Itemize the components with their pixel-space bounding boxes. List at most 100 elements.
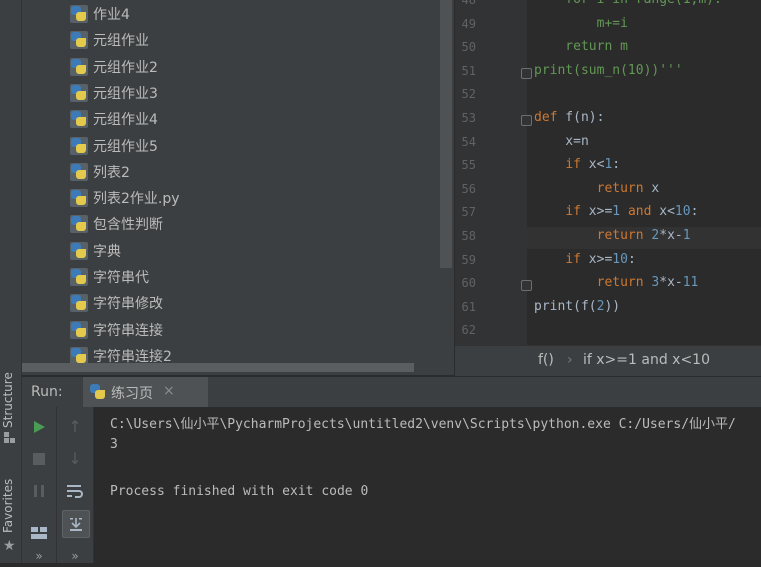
line-number: 53 (461, 111, 476, 125)
run-label: Run: (31, 384, 63, 400)
code-line: m+=i (534, 15, 628, 31)
layout-icon (31, 527, 47, 539)
tree-item-label: 元组作业5 (93, 138, 158, 155)
line-number: 59 (461, 252, 476, 267)
scroll-up-button[interactable]: ↑ (64, 415, 86, 437)
code-line: print(sum_n(10))''' (534, 62, 683, 78)
tree-item[interactable]: 字典 (70, 238, 121, 264)
left-tool-strip: Structure Favorites ★ (0, 0, 22, 563)
scroll-to-end-icon (70, 518, 82, 531)
run-toolbar-primary: » (22, 407, 57, 563)
line-number: 58 (461, 229, 476, 243)
layout-button[interactable] (28, 522, 50, 544)
chevron-right-icon: » (35, 549, 43, 563)
python-file-icon (70, 110, 88, 129)
tree-item-label: 作业4 (93, 7, 130, 23)
structure-icon (4, 432, 16, 444)
tree-item-label: 字符串修改 (93, 296, 163, 313)
python-file-icon (70, 268, 88, 286)
python-file-icon (70, 320, 88, 339)
line-number: 55 (461, 158, 476, 173)
structure-label: Structure (1, 372, 15, 428)
tree-item[interactable]: 字符串代 (70, 264, 149, 290)
tree-item[interactable]: 作业4 (70, 1, 130, 27)
run-panel-header: Run: 练习页 × (22, 376, 761, 408)
code-line: def f(n): (534, 110, 605, 125)
code-editor[interactable]: 48 49 50 51 52 53 54 55 56 57 58 59 60 61 62 for i in … (455, 0, 761, 345)
tree-item[interactable]: 字符串连接 (70, 317, 163, 343)
scroll-to-end-button[interactable] (62, 510, 90, 538)
arrow-down-icon: ↓ (68, 448, 82, 468)
code-line: return x (596, 180, 660, 196)
tree-item-label: 列表2 (93, 164, 130, 181)
soft-wrap-button[interactable] (64, 480, 86, 502)
python-file-icon (70, 31, 88, 50)
tree-item[interactable]: 元组作业4 (70, 106, 158, 132)
line-number: 62 (461, 323, 476, 338)
code-line: if x>=1 and x<10: (565, 204, 699, 220)
fold-marker-icon[interactable] (521, 115, 532, 126)
tree-item-label: 包含性判断 (93, 217, 163, 234)
tree-vertical-scrollbar[interactable] (440, 0, 452, 268)
python-file-icon (70, 215, 88, 234)
favorites-tool-button[interactable]: Favorites (1, 479, 15, 533)
tree-item[interactable]: 元组作业2 (70, 54, 158, 80)
run-toolbar-secondary: ↑ ↓ » (57, 407, 94, 563)
code-line: if x>=10: (565, 251, 636, 267)
pause-button[interactable] (28, 480, 50, 502)
more-actions-button-2[interactable]: » (64, 545, 86, 567)
tree-item-label: 字符串连接 (93, 322, 163, 339)
line-number: 57 (461, 205, 476, 220)
breadcrumb-function[interactable]: f() (538, 352, 554, 368)
more-actions-button[interactable]: » (28, 545, 50, 567)
run-console-output[interactable]: C:\Users\仙小平\PycharmProjects\untitled2\v… (94, 407, 761, 563)
tree-item-label: 字符串代 (93, 270, 149, 286)
close-icon[interactable]: × (163, 383, 175, 399)
stop-icon (33, 453, 45, 465)
pause-icon (34, 485, 44, 497)
breadcrumb-condition[interactable]: if x>=1 and x<10 (583, 352, 710, 368)
console-line: 3 (110, 437, 118, 452)
tree-item[interactable]: 元组作业 (70, 27, 149, 53)
console-line: Process finished with exit code 0 (110, 484, 369, 499)
line-number: 52 (461, 87, 476, 102)
arrow-up-icon: ↑ (68, 416, 82, 436)
run-tab-label: 练习页 (111, 386, 153, 402)
console-line: C:\Users\仙小平\PycharmProjects\untitled2\v… (110, 417, 736, 432)
rerun-button[interactable] (28, 416, 50, 438)
tree-item[interactable]: 列表2 (70, 159, 130, 185)
breadcrumb-separator: › (567, 352, 573, 368)
tree-horizontal-scrollbar[interactable] (22, 363, 414, 372)
tree-item-label: 元组作业2 (93, 59, 158, 76)
tree-item-label: 列表2作业.py (93, 191, 180, 208)
python-file-icon (70, 5, 88, 23)
code-line: x=n (534, 133, 589, 149)
tree-item[interactable]: 元组作业5 (70, 133, 158, 159)
tree-item-label: 元组作业3 (93, 85, 158, 102)
line-number: 61 (461, 299, 476, 314)
tree-item-label: 元组作业4 (93, 112, 158, 129)
tree-item[interactable]: 元组作业3 (70, 80, 158, 106)
tree-item[interactable]: 包含性判断 (70, 211, 163, 237)
stop-button[interactable] (28, 448, 50, 470)
favorites-label: Favorites (1, 478, 15, 533)
project-tree-panel: 作业4 元组作业元组作业2 元组作业3 元组作业4 元组作业5 列表2 列表2作业.py 包含… (22, 0, 454, 375)
code-line: return 3*x-11 (596, 275, 699, 291)
soft-wrap-icon (67, 485, 83, 498)
chevron-right-icon: » (71, 549, 79, 563)
structure-tool-button[interactable]: Structure (1, 372, 15, 428)
tree-item[interactable]: 字符串修改 (70, 290, 163, 316)
fold-marker-icon[interactable] (521, 67, 532, 79)
line-number: 48 (461, 0, 476, 7)
tab-run-config[interactable]: 练习页 × (83, 377, 208, 408)
code-line: if x<1: (565, 157, 621, 173)
fold-marker-icon[interactable] (521, 280, 532, 292)
python-file-icon (70, 136, 88, 155)
line-number: 60 (461, 276, 476, 291)
line-number: 50 (461, 40, 476, 55)
scroll-down-button[interactable]: ↓ (64, 447, 86, 469)
tree-item[interactable]: 列表2作业.py (70, 185, 180, 211)
star-icon: ★ (3, 538, 16, 554)
line-number-gutter: 48 49 50 51 52 53 54 55 56 57 58 59 60 61 62 (455, 0, 532, 345)
code-line: for i in range(1,m): (534, 0, 722, 7)
